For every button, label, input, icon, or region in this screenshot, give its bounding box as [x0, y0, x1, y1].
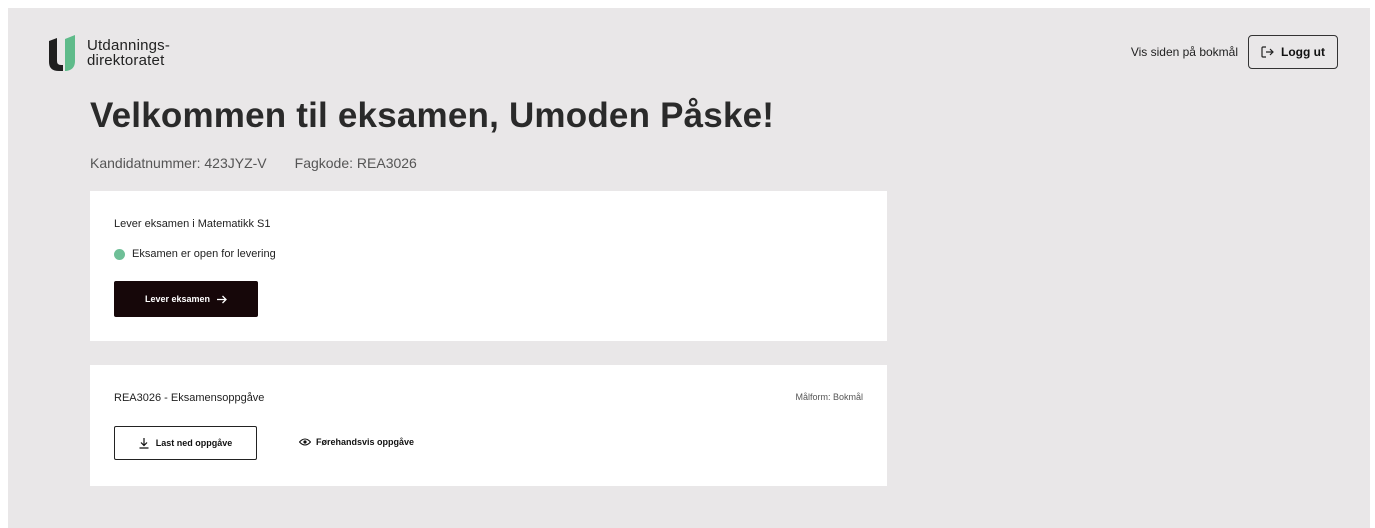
- eye-icon: [299, 438, 311, 446]
- page-background: Utdannings- direktoratet Vis siden på bo…: [8, 8, 1370, 528]
- exam-status: Eksamen er open for levering: [114, 248, 276, 260]
- candidate-number: Kandidatnummer: 423JYZ-V: [90, 155, 267, 171]
- logout-label: Logg ut: [1281, 45, 1325, 59]
- submit-card-heading: Lever eksamen i Matematikk S1: [114, 218, 271, 230]
- logo-line-2: direktoratet: [87, 52, 165, 69]
- download-task-label: Last ned oppgåve: [155, 438, 233, 448]
- logo-line-1: Utdannings-: [87, 37, 171, 54]
- language-form-label: Målform: Bokmål: [795, 392, 863, 402]
- preview-task-label: Førehandsvis oppgåve: [316, 437, 415, 447]
- submit-exam-button[interactable]: Lever eksamen: [114, 281, 258, 317]
- subject-code: Fagkode: REA3026: [294, 155, 417, 171]
- logout-icon: [1261, 46, 1274, 58]
- download-task-button[interactable]: Last ned oppgåve: [114, 426, 257, 460]
- udir-logo[interactable]: Utdannings- direktoratet: [47, 34, 170, 72]
- submit-exam-label: Lever eksamen: [144, 294, 211, 304]
- exam-task-card: REA3026 - Eksamensoppgåve Målform: Bokmå…: [90, 365, 887, 486]
- udir-logo-icon: [49, 35, 75, 71]
- download-icon: [139, 437, 149, 449]
- exam-status-text: Eksamen er open for levering: [132, 248, 276, 260]
- submit-exam-card: Lever eksamen i Matematikk S1 Eksamen er…: [90, 191, 887, 341]
- logo-wordmark: Utdannings- direktoratet: [87, 38, 170, 68]
- language-toggle-link[interactable]: Vis siden på bokmål: [1131, 45, 1238, 59]
- candidate-info: Kandidatnummer: 423JYZ-V Fagkode: REA302…: [90, 155, 417, 171]
- arrow-right-icon: [217, 295, 227, 303]
- task-card-heading: REA3026 - Eksamensoppgåve: [114, 392, 265, 404]
- status-dot-icon: [114, 248, 125, 260]
- preview-task-link[interactable]: Førehandsvis oppgåve: [299, 437, 414, 447]
- logout-button[interactable]: Logg ut: [1248, 35, 1338, 69]
- header-actions: Vis siden på bokmål Logg ut: [1131, 35, 1338, 69]
- page-title: Velkommen til eksamen, Umoden Påske!: [90, 96, 775, 135]
